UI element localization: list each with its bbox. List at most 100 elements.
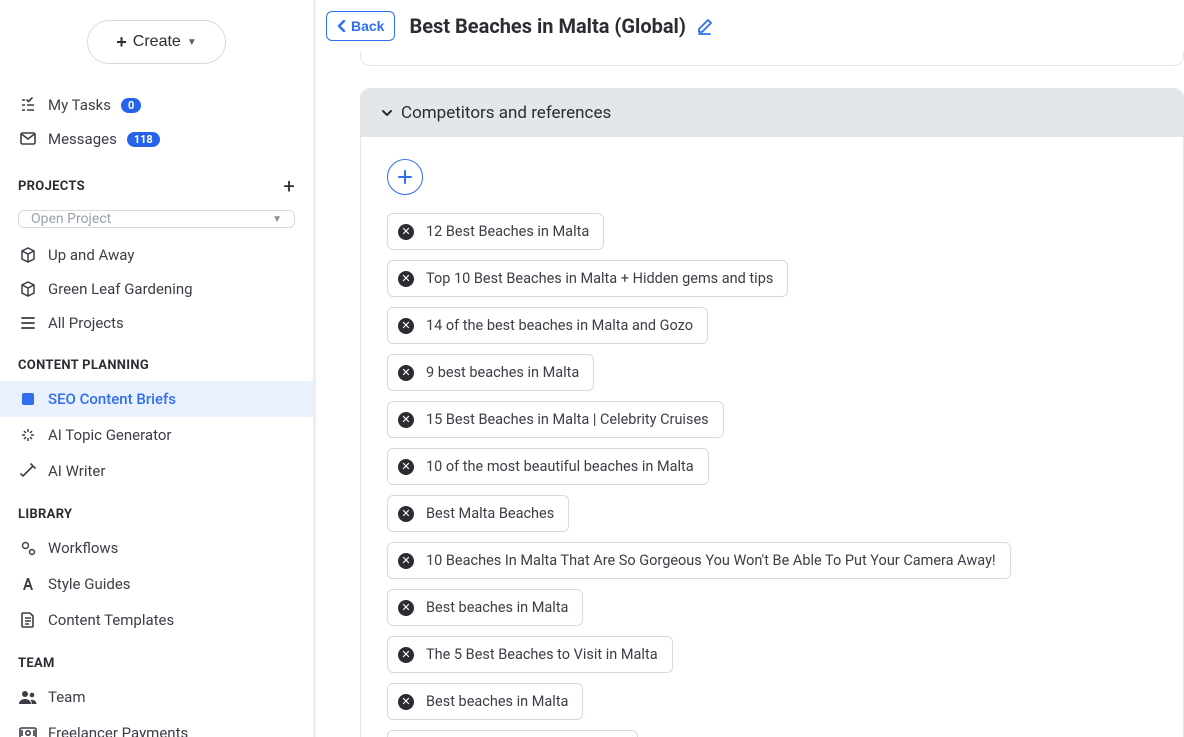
projects-heading-label: PROJECTS — [18, 179, 85, 194]
my-tasks-badge: 0 — [121, 98, 141, 113]
competitor-pill[interactable]: ✕ 10 of the most beautiful beaches in Mal… — [387, 448, 709, 485]
remove-competitor-button[interactable]: ✕ — [398, 506, 414, 522]
page-header: Back Best Beaches in Malta (Global) — [316, 0, 1184, 52]
competitor-pill[interactable]: ✕ 15 Best Beaches in Malta | Celebrity Cr… — [387, 401, 724, 438]
nav-freelancer-payments[interactable]: Freelancer Payments — [0, 715, 313, 737]
competitors-section-header[interactable]: Competitors and references — [361, 89, 1183, 137]
remove-competitor-button[interactable]: ✕ — [398, 271, 414, 287]
gears-icon — [18, 540, 38, 557]
remove-competitor-button[interactable]: ✕ — [398, 318, 414, 334]
competitors-section-title: Competitors and references — [401, 103, 611, 123]
nav-item-label: AI Writer — [48, 462, 105, 480]
add-project-button[interactable]: + — [283, 174, 295, 198]
remove-competitor-button[interactable]: ✕ — [398, 553, 414, 569]
back-button[interactable]: Back — [326, 11, 395, 41]
competitor-pill[interactable]: ✕ Best Malta Beaches — [387, 495, 569, 532]
messages-badge: 118 — [127, 132, 160, 147]
competitor-pill[interactable]: ✕ 12 Best Beaches in Malta — [387, 213, 604, 250]
nav-seo-content-briefs[interactable]: SEO Content Briefs — [0, 381, 313, 417]
content-planning-heading: CONTENT PLANNING — [0, 340, 313, 381]
competitor-pill[interactable]: ✕ 14 of the best beaches in Malta and Goz… — [387, 307, 708, 344]
competitors-section-body: ✕ 12 Best Beaches in Malta ✕ Top 10 Best Be… — [361, 137, 1183, 737]
competitor-pill[interactable]: ✕The 10 best beaches in Malta ‹ — [387, 730, 638, 737]
content-scroll[interactable]: Competitors and references ✕ 12 Best Beac… — [316, 52, 1184, 737]
project-item-label: Up and Away — [48, 246, 134, 264]
nav-item-label: AI Topic Generator — [48, 426, 171, 444]
sparkle-icon — [18, 427, 38, 443]
caret-down-icon: ▼ — [272, 214, 282, 225]
competitor-pill[interactable]: ✕ Top 10 Best Beaches in Malta + Hidden g… — [387, 260, 788, 297]
sidebar-messages[interactable]: Messages 118 — [18, 122, 295, 156]
list-icon — [18, 316, 38, 330]
sidebar-my-tasks[interactable]: My Tasks 0 — [18, 88, 295, 122]
competitor-pill[interactable]: ✕10 Beaches In Malta That Are So Gorgeou… — [387, 542, 1011, 579]
briefs-icon — [18, 391, 38, 407]
competitor-pill[interactable]: ✕ The 5 Best Beaches to Visit in Malta — [387, 636, 673, 673]
wand-icon — [18, 463, 38, 479]
competitor-label: 14 of the best beaches in Malta and Gozo — [426, 317, 693, 334]
competitor-label: Best beaches in Malta — [426, 693, 568, 710]
page-title: Best Beaches in Malta (Global) — [409, 14, 712, 38]
project-item-label: Green Leaf Gardening — [48, 280, 193, 298]
page-title-text: Best Beaches in Malta (Global) — [409, 14, 685, 38]
plus-icon: + — [116, 33, 127, 51]
competitor-label: 10 of the most beautiful beaches in Malt… — [426, 458, 694, 475]
remove-competitor-button[interactable]: ✕ — [398, 647, 414, 663]
caret-down-icon: ▼ — [187, 37, 197, 48]
nav-ai-topic-generator[interactable]: AI Topic Generator — [0, 417, 313, 453]
open-project-dropdown[interactable]: Open Project ▼ — [18, 210, 295, 228]
payments-icon — [18, 726, 38, 737]
document-icon — [18, 612, 38, 628]
nav-workflows[interactable]: Workflows — [0, 530, 313, 566]
edit-title-button[interactable] — [696, 18, 713, 35]
nav-item-label: Content Templates — [48, 611, 174, 629]
add-competitor-button[interactable] — [387, 159, 423, 195]
content-planning-heading-label: CONTENT PLANNING — [18, 358, 149, 373]
team-heading-label: TEAM — [18, 656, 55, 671]
back-button-label: Back — [351, 18, 384, 34]
competitor-list: ✕ 12 Best Beaches in Malta ✕ Top 10 Best Be… — [387, 213, 1157, 737]
open-project-placeholder: Open Project — [31, 211, 111, 227]
competitor-pill[interactable]: ✕ Best beaches in Malta — [387, 683, 583, 720]
competitor-label: 15 Best Beaches in Malta | Celebrity Cru… — [426, 411, 709, 428]
cube-icon — [18, 281, 38, 297]
competitor-label: Best Malta Beaches — [426, 505, 554, 522]
chevron-left-icon — [337, 20, 347, 32]
create-button-label: Create — [133, 33, 181, 51]
remove-competitor-button[interactable]: ✕ — [398, 600, 414, 616]
remove-competitor-button[interactable]: ✕ — [398, 694, 414, 710]
competitor-label: Top 10 Best Beaches in Malta + Hidden ge… — [426, 270, 773, 287]
nav-item-label: Workflows — [48, 539, 118, 557]
competitor-pill[interactable]: ✕ 9 best beaches in Malta — [387, 354, 594, 391]
nav-item-label: SEO Content Briefs — [48, 390, 176, 408]
previous-section-edge — [360, 52, 1184, 66]
create-button[interactable]: + Create ▼ — [87, 20, 225, 64]
envelope-icon — [18, 132, 38, 146]
projects-heading: PROJECTS + — [0, 156, 313, 206]
nav-ai-writer[interactable]: AI Writer — [0, 453, 313, 489]
library-heading: LIBRARY — [0, 489, 313, 530]
remove-competitor-button[interactable]: ✕ — [398, 224, 414, 240]
nav-team[interactable]: Team — [0, 679, 313, 715]
competitor-label: 12 Best Beaches in Malta — [426, 223, 589, 240]
project-item-all[interactable]: All Projects — [0, 306, 313, 340]
sidebar: + Create ▼ My Tasks 0 Messages 118 PROJE… — [0, 0, 316, 737]
project-item[interactable]: Up and Away — [0, 238, 313, 272]
nav-content-templates[interactable]: Content Templates — [0, 602, 313, 638]
plus-icon — [397, 169, 413, 185]
nav-style-guides[interactable]: Style Guides — [0, 566, 313, 602]
users-icon — [18, 690, 38, 704]
competitor-pill[interactable]: ✕Best beaches in Malta — [387, 589, 583, 626]
remove-competitor-button[interactable]: ✕ — [398, 459, 414, 475]
competitor-label: The 5 Best Beaches to Visit in Malta — [426, 646, 658, 663]
project-item[interactable]: Green Leaf Gardening — [0, 272, 313, 306]
nav-item-label: Team — [48, 688, 86, 706]
remove-competitor-button[interactable]: ✕ — [398, 412, 414, 428]
nav-item-label: Freelancer Payments — [48, 724, 188, 737]
competitor-label: 9 best beaches in Malta — [426, 364, 579, 381]
project-item-label: All Projects — [48, 314, 124, 332]
library-heading-label: LIBRARY — [18, 507, 72, 522]
sidebar-messages-label: Messages — [48, 130, 117, 148]
font-icon — [18, 576, 38, 592]
remove-competitor-button[interactable]: ✕ — [398, 365, 414, 381]
